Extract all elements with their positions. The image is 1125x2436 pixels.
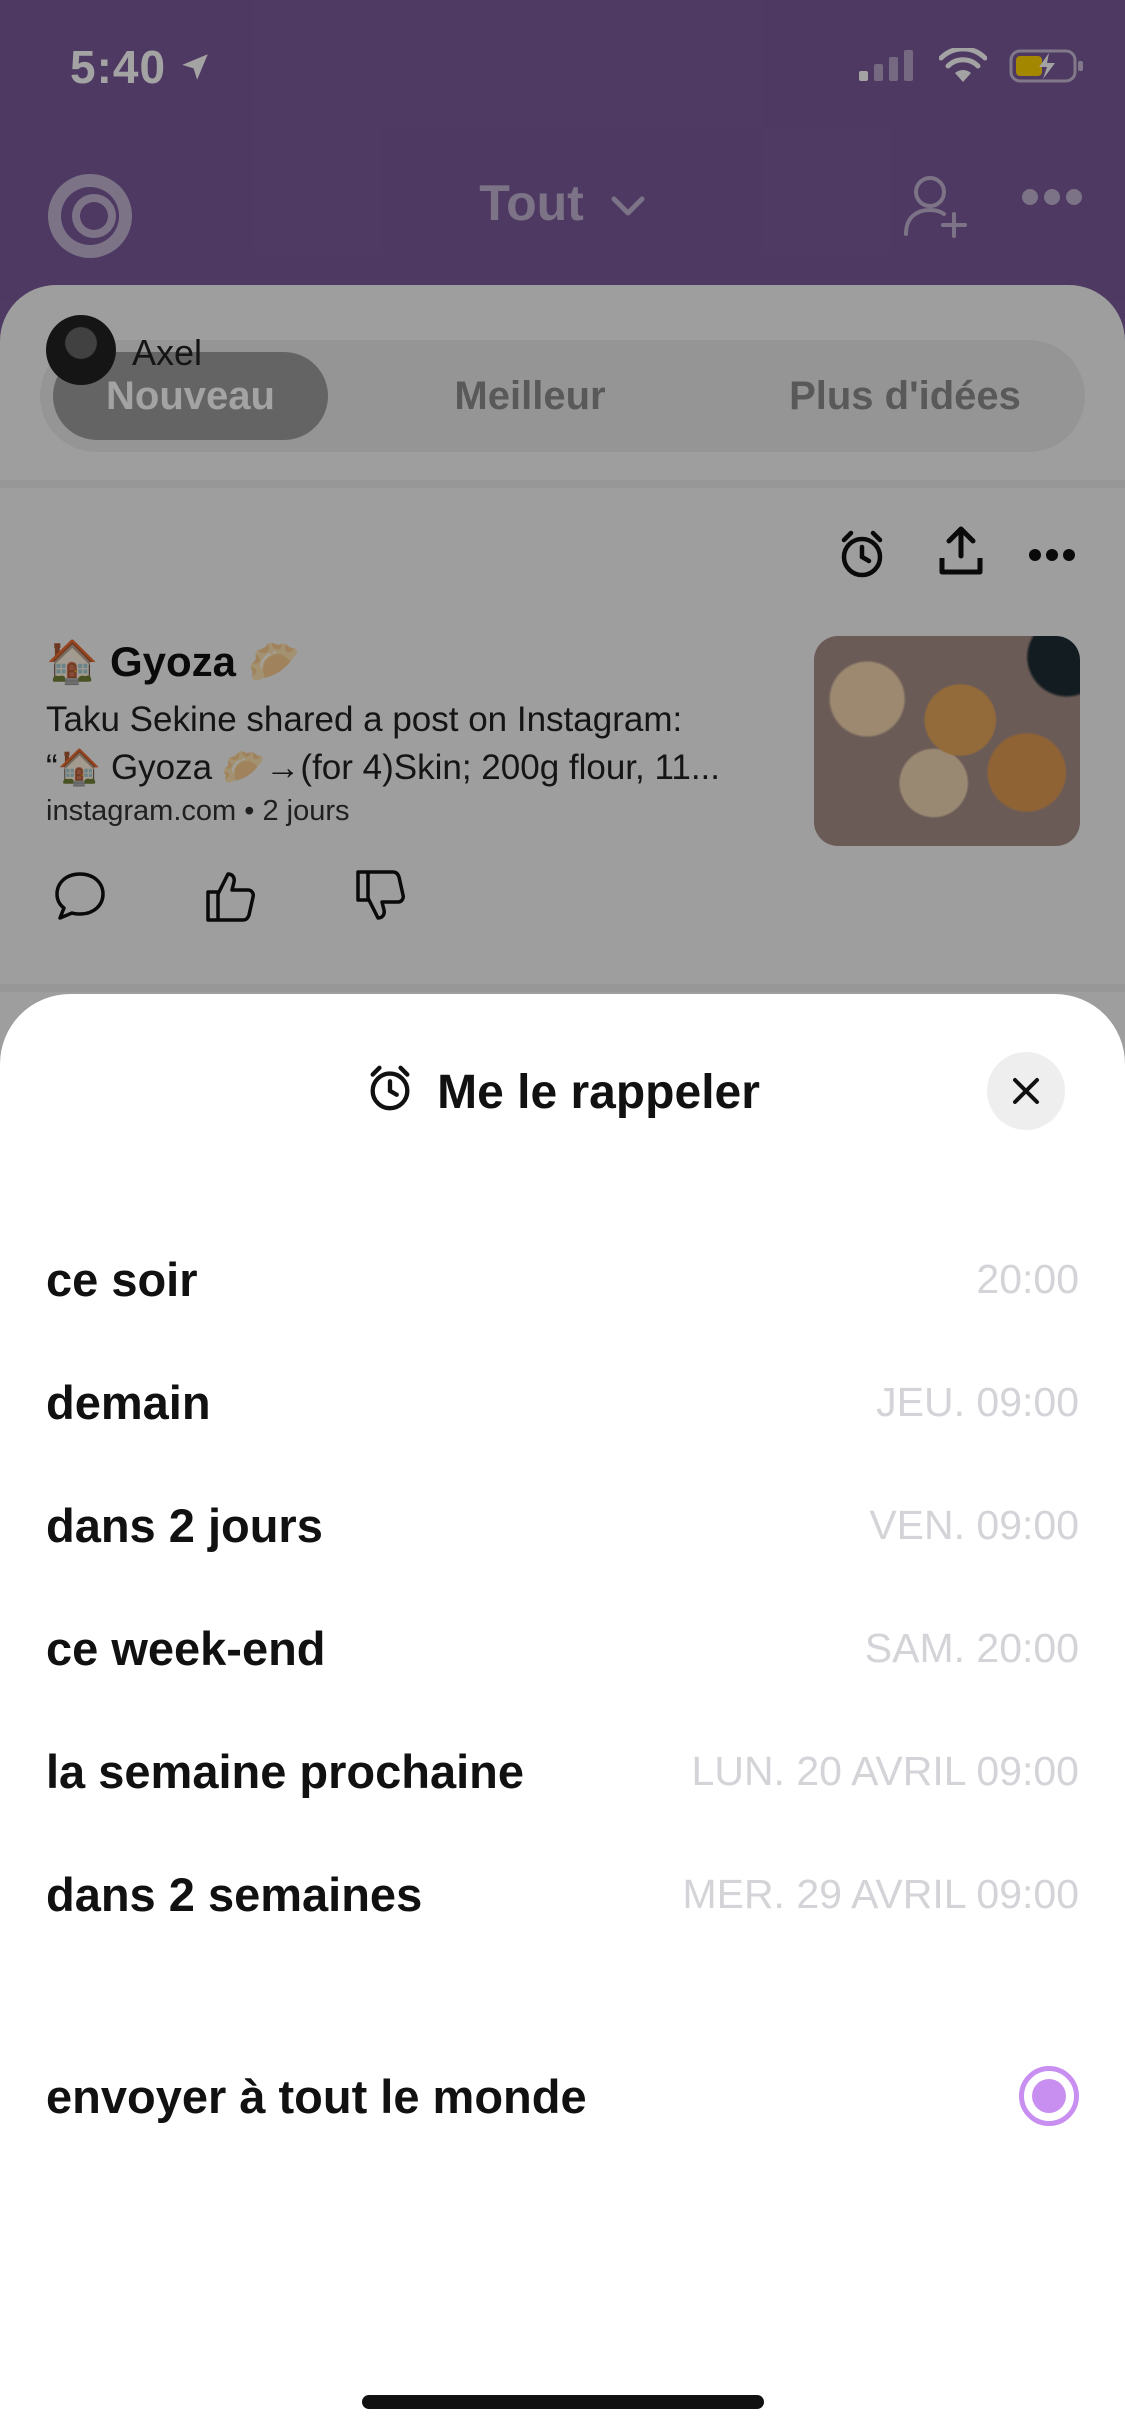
option-label: ce soir	[46, 1252, 198, 1306]
radio-selected-dot	[1032, 2079, 1066, 2113]
option-time: MER. 29 AVRIL 09:00	[682, 1870, 1079, 1917]
option-time: VEN. 09:00	[869, 1501, 1079, 1548]
send-to-everyone-radio[interactable]	[1019, 2066, 1079, 2126]
option-time: SAM. 20:00	[864, 1624, 1079, 1671]
sheet-title: Me le rappeler	[437, 1066, 760, 1119]
option-time: LUN. 20 AVRIL 09:00	[691, 1747, 1079, 1794]
sheet-header: Me le rappeler	[0, 1052, 1125, 1132]
reminder-option-dans-2-jours[interactable]: dans 2 jours VEN. 09:00	[46, 1480, 1079, 1570]
option-time: JEU. 09:00	[876, 1378, 1079, 1425]
reminder-option-demain[interactable]: demain JEU. 09:00	[46, 1357, 1079, 1447]
reminder-sheet: Me le rappeler ce soir 20:00 demain JEU.…	[0, 994, 1125, 2436]
reminder-option-ce-soir[interactable]: ce soir 20:00	[46, 1234, 1079, 1324]
option-label: dans 2 jours	[46, 1498, 323, 1552]
option-label: demain	[46, 1375, 211, 1429]
close-icon	[1013, 1078, 1039, 1104]
send-to-everyone-label: envoyer à tout le monde	[46, 2069, 587, 2123]
sheet-title-wrap: Me le rappeler	[0, 1062, 1125, 1120]
option-label: la semaine prochaine	[46, 1744, 525, 1798]
option-time: 20:00	[976, 1255, 1079, 1302]
alarm-clock-icon	[370, 1065, 410, 1111]
reminder-option-dans-2-semaines[interactable]: dans 2 semaines MER. 29 AVRIL 09:00	[46, 1849, 1079, 1939]
option-label: ce week-end	[46, 1621, 326, 1675]
reminder-option-semaine-prochaine[interactable]: la semaine prochaine LUN. 20 AVRIL 09:00	[46, 1726, 1079, 1816]
option-label: dans 2 semaines	[46, 1867, 423, 1921]
home-indicator[interactable]	[362, 2395, 764, 2409]
close-button[interactable]	[987, 1052, 1065, 1130]
send-to-everyone-row[interactable]: envoyer à tout le monde	[46, 2051, 1079, 2141]
reminder-option-ce-week-end[interactable]: ce week-end SAM. 20:00	[46, 1603, 1079, 1693]
